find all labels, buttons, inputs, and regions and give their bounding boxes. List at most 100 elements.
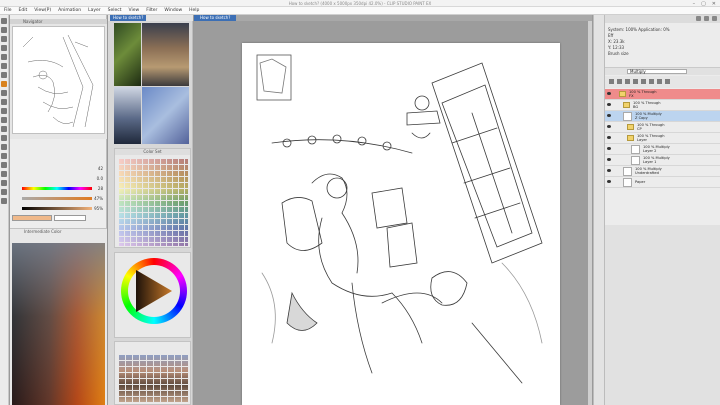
reference-photo-sky[interactable] (142, 87, 189, 144)
layer-row[interactable]: 100 % Through CP (605, 122, 720, 133)
reference-tab[interactable]: How to sketch? (110, 15, 147, 21)
left-panel: Navigator 42 0.0 28 47% 95% Intermediate… (10, 15, 107, 405)
reference-photo-street[interactable] (142, 23, 189, 86)
visibility-eye-icon[interactable] (607, 136, 611, 139)
pen-tool-icon[interactable] (1, 72, 7, 78)
airbrush-tool-icon[interactable] (1, 99, 7, 105)
move-tool-icon[interactable] (1, 27, 7, 33)
vertical-scrollbar[interactable] (588, 21, 592, 405)
balloon-tool-icon[interactable] (1, 189, 7, 195)
eraser-tool-icon[interactable] (1, 117, 7, 123)
menu-file[interactable]: File (4, 8, 12, 13)
menu-select[interactable]: Select (108, 8, 122, 13)
layer-name-label: Underdrafted (635, 171, 659, 176)
folder-icon (619, 91, 626, 97)
hue-value: 28 (97, 186, 103, 191)
menu-edit[interactable]: Edit (19, 8, 28, 13)
visibility-eye-icon[interactable] (607, 103, 611, 106)
visibility-eye-icon[interactable] (607, 114, 611, 117)
panel-collapse-icon[interactable] (704, 16, 709, 21)
ruler-tool-icon[interactable] (1, 171, 7, 177)
sub-color-swatch[interactable] (54, 215, 86, 221)
fill-tool-icon[interactable] (1, 135, 7, 141)
lasso-tool-icon[interactable] (1, 54, 7, 60)
layer-row[interactable]: 100 % Through BG (605, 100, 720, 111)
navigator-panel: Navigator (10, 19, 107, 139)
correct-line-tool-icon[interactable] (1, 198, 7, 204)
clip-layer-icon[interactable] (633, 79, 638, 84)
layer-name-label: Layer 2 (643, 149, 657, 154)
main-sub-color (12, 215, 105, 221)
new-folder-icon[interactable] (625, 79, 630, 84)
menu-filter[interactable]: Filter (146, 8, 157, 13)
menu-animation[interactable]: Animation (58, 8, 81, 13)
panel-menu-icon[interactable] (696, 16, 701, 21)
gradient-tool-icon[interactable] (1, 144, 7, 150)
visibility-eye-icon[interactable] (607, 158, 611, 161)
figure-tool-icon[interactable] (1, 153, 7, 159)
zoom-tool-icon[interactable] (1, 18, 7, 24)
brightness-slider[interactable] (22, 207, 92, 210)
layer-row[interactable]: 100 % Multiply Underdrafted (605, 166, 720, 177)
text-tool-icon[interactable] (1, 180, 7, 186)
layer-name-label: Z Copy (635, 116, 648, 121)
mask-layer-icon[interactable] (657, 79, 662, 84)
visibility-eye-icon[interactable] (607, 147, 611, 150)
reference-layer-icon[interactable] (641, 79, 646, 84)
menu-layer[interactable]: Layer (88, 8, 101, 13)
layer-row[interactable]: 100 % Through Layer (605, 133, 720, 144)
visibility-eye-icon[interactable] (607, 125, 611, 128)
visibility-eye-icon[interactable] (607, 92, 611, 95)
layer-label: 100 % Through CP (637, 123, 664, 132)
new-raster-layer-icon[interactable] (609, 79, 614, 84)
pencil-tool-icon[interactable] (1, 81, 7, 87)
decoration-tool-icon[interactable] (1, 108, 7, 114)
intermediate-color-overlay (12, 243, 105, 405)
hue-slider[interactable] (22, 187, 92, 190)
zoom-row: 42 (12, 165, 105, 173)
layer-label: 100 % Multiply Layer 1 (643, 156, 670, 165)
panel-close-icon[interactable] (712, 16, 717, 21)
main-color-swatch[interactable] (12, 215, 52, 221)
lock-layer-icon[interactable] (649, 79, 654, 84)
layer-row[interactable]: 100 % Multiply Z Copy (605, 111, 720, 122)
folder-icon (623, 102, 630, 108)
eyedropper-tool-icon[interactable] (1, 63, 7, 69)
menu-help[interactable]: Help (189, 8, 199, 13)
rotate-row: 0.0 (12, 175, 105, 183)
rotate-value[interactable]: 0.0 (97, 176, 103, 181)
color-slider-panel: 42 0.0 28 47% 95% (10, 163, 107, 223)
document-tab[interactable]: How to sketch? (194, 15, 237, 21)
reference-photo-plant[interactable] (114, 23, 141, 86)
reference-panel: How to sketch? Color Set (108, 15, 193, 405)
layer-row[interactable]: 100 % Through FX (605, 89, 720, 100)
reference-photo-building[interactable] (114, 87, 141, 144)
new-vector-layer-icon[interactable] (617, 79, 622, 84)
brush-tool-icon[interactable] (1, 90, 7, 96)
selection-tool-icon[interactable] (1, 45, 7, 51)
menu-view[interactable]: View (129, 8, 140, 13)
menu-view-p[interactable]: View(P) (34, 8, 51, 13)
saturation-slider[interactable] (22, 197, 92, 200)
color-wheel-footer (117, 326, 190, 334)
navigator-preview[interactable] (12, 26, 105, 134)
visibility-eye-icon[interactable] (607, 180, 611, 183)
blend-tool-icon[interactable] (1, 126, 7, 132)
frame-tool-icon[interactable] (1, 162, 7, 168)
color-history-panel (114, 341, 191, 405)
delete-layer-icon[interactable] (665, 79, 670, 84)
menu-window[interactable]: Window (164, 8, 182, 13)
layer-thumbnail (631, 145, 640, 154)
blend-mode-select[interactable]: Multiply (627, 69, 687, 74)
drawing-canvas[interactable] (242, 43, 560, 405)
visibility-eye-icon[interactable] (607, 169, 611, 172)
window-title: How to sketch? (4000 x 5000px 350dpi 42.… (288, 1, 432, 6)
layer-row[interactable]: 100 % Multiply Layer 1 (605, 155, 720, 166)
canvas-workspace: How to sketch? (194, 15, 592, 405)
operation-tool-icon[interactable] (1, 36, 7, 42)
layer-row[interactable]: 100 % Multiply Layer 2 (605, 144, 720, 155)
layer-label: Paper (635, 180, 645, 184)
layer-thumbnail (623, 167, 632, 176)
layer-row[interactable]: Paper (605, 177, 720, 188)
zoom-value[interactable]: 42 (98, 166, 103, 171)
